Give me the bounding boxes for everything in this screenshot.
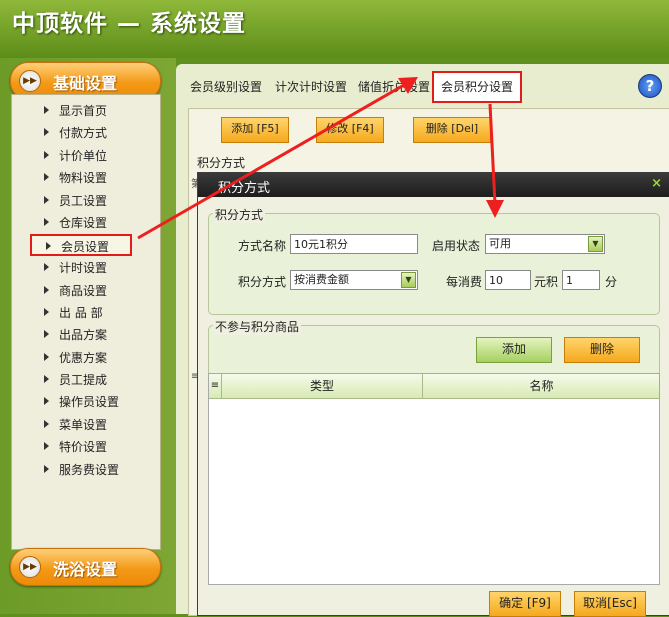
sidebar-item[interactable]: 特价设置 (44, 437, 107, 457)
sidebar-item[interactable]: 优惠方案 (44, 348, 107, 368)
triangle-icon (44, 173, 49, 181)
per-spend-label: 每消费 (446, 275, 483, 289)
chevron-down-icon[interactable]: ▼ (401, 272, 416, 288)
section-label: 洗浴设置 (53, 560, 118, 579)
expand-arrow-icon: ▶▶ (19, 556, 41, 578)
help-icon[interactable]: ? (638, 74, 662, 98)
sidebar-item-member-settings[interactable]: 会员设置 (30, 234, 132, 256)
close-icon[interactable]: × (651, 176, 662, 191)
spend-amount-input[interactable]: 10 (485, 270, 531, 290)
triangle-icon (44, 151, 49, 159)
triangle-icon (44, 286, 49, 294)
triangle-icon (46, 242, 51, 250)
triangle-icon (44, 263, 49, 271)
add-button[interactable]: 添加 [F5] (221, 117, 289, 143)
triangle-icon (44, 308, 49, 316)
triangle-icon (44, 196, 49, 204)
sidebar-item[interactable]: 出 品 部 (44, 303, 103, 323)
triangle-icon (44, 375, 49, 383)
table-header: ≡ 类型 名称 (209, 374, 659, 399)
column-type[interactable]: 类型 (221, 374, 422, 398)
points-input[interactable]: 1 (562, 270, 600, 290)
tab-member-level[interactable]: 会员级别设置 (190, 74, 262, 100)
mode-select[interactable]: 按消费金额 ▼ (290, 270, 418, 290)
cancel-button[interactable]: 取消[Esc] (574, 591, 646, 617)
sidebar-item[interactable]: 员工设置 (44, 191, 107, 211)
points-mode-dialog: 积分方式 × 积分方式 方式名称 10元1积分 启用状态 可用 ▼ 积分方式 按… (197, 172, 669, 617)
name-label: 方式名称 (238, 239, 287, 253)
points-unit-label: 分 (605, 275, 618, 289)
group-label: 积分方式 (197, 156, 246, 170)
status-select[interactable]: 可用 ▼ (485, 234, 605, 254)
sidebar-item[interactable]: 商品设置 (44, 281, 107, 301)
dialog-title-bar: 积分方式 × (198, 173, 669, 197)
triangle-icon (44, 420, 49, 428)
app-title: 中顶软件 — 系统设置 (12, 11, 247, 37)
triangle-icon (44, 353, 49, 361)
chevron-down-icon[interactable]: ▼ (588, 236, 603, 252)
section-label: 基础设置 (53, 74, 118, 93)
sidebar-item[interactable]: 显示首页 (44, 101, 107, 121)
triangle-icon (44, 330, 49, 338)
name-input[interactable]: 10元1积分 (290, 234, 418, 254)
triangle-icon (44, 106, 49, 114)
tab-stored-value[interactable]: 储值折兑设置 (358, 74, 430, 100)
add-goods-button[interactable]: 添加 (476, 337, 552, 363)
sidebar-item[interactable]: 服务费设置 (44, 460, 119, 480)
points-mode-group: 积分方式 (208, 206, 660, 315)
sidebar-item[interactable]: 计时设置 (44, 258, 107, 278)
sidebar-item[interactable]: 操作员设置 (44, 392, 119, 412)
sidebar-item[interactable]: 出品方案 (44, 325, 107, 345)
sidebar-item[interactable]: 计价单位 (44, 146, 107, 166)
column-name[interactable]: 名称 (422, 374, 660, 398)
expand-arrow-icon: ▶▶ (19, 70, 41, 92)
sidebar-item[interactable]: 物料设置 (44, 168, 107, 188)
dialog-title: 积分方式 (218, 181, 271, 196)
confirm-button[interactable]: 确定 [F9] (489, 591, 561, 617)
sidebar-item[interactable]: 付款方式 (44, 123, 107, 143)
triangle-icon (44, 397, 49, 405)
delete-goods-button[interactable]: 删除 (564, 337, 640, 363)
excluded-goods-table: ≡ 类型 名称 (208, 373, 660, 585)
sidebar: ▶▶ 基础设置 显示首页 付款方式 计价单位 物料设置 员工设置 仓库设置 会员… (0, 58, 176, 614)
tab-member-points[interactable]: 会员积分设置 (432, 71, 523, 103)
triangle-icon (44, 442, 49, 450)
row-indicator: ≡ (210, 380, 220, 391)
triangle-icon (44, 128, 49, 136)
title-bar: 中顶软件 — 系统设置 (0, 0, 669, 58)
group-legend: 积分方式 (213, 206, 266, 223)
section-bath-settings[interactable]: ▶▶ 洗浴设置 (10, 548, 161, 586)
mode-label: 积分方式 (238, 275, 287, 289)
group-legend: 不参与积分商品 (213, 318, 302, 335)
sidebar-item[interactable]: 员工提成 (44, 370, 107, 390)
edit-button[interactable]: 修改 [F4] (316, 117, 384, 143)
yuan-label: 元积 (534, 275, 559, 289)
delete-button[interactable]: 删除 [Del] (413, 117, 491, 143)
triangle-icon (44, 218, 49, 226)
tab-bar: 会员级别设置 计次计时设置 储值折兑设置 会员积分设置 ? (176, 64, 669, 104)
sidebar-item[interactable]: 菜单设置 (44, 415, 107, 435)
triangle-icon (44, 465, 49, 473)
status-label: 启用状态 (432, 239, 481, 253)
sidebar-item[interactable]: 仓库设置 (44, 213, 107, 233)
tab-count-time[interactable]: 计次计时设置 (275, 74, 347, 100)
